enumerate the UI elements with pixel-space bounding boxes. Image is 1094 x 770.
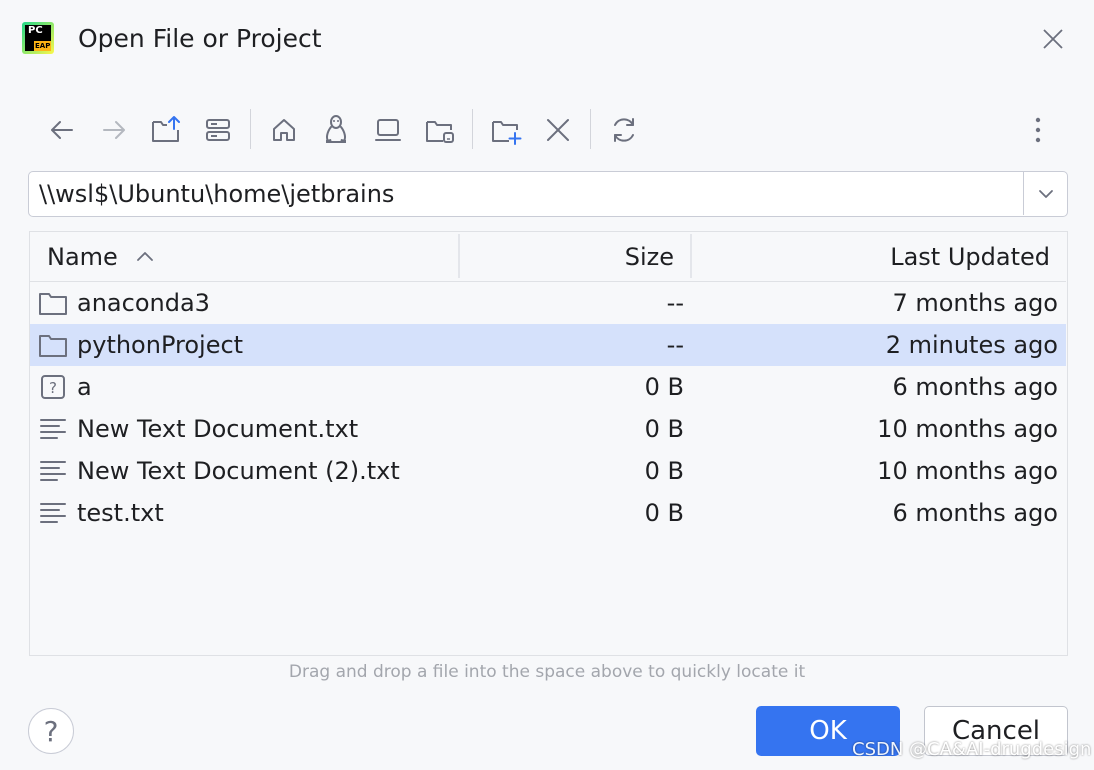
desktop-button[interactable] xyxy=(366,106,410,154)
file-size: 0 B xyxy=(644,415,684,443)
new-folder-icon xyxy=(492,121,522,145)
path-input[interactable] xyxy=(39,177,1019,211)
title-bar: PC EAP Open File or Project xyxy=(0,0,1094,78)
file-name: New Text Document.txt xyxy=(77,415,359,443)
table-row[interactable]: New Text Document.txt 0 B 10 months ago xyxy=(30,408,1066,450)
project-folder-button[interactable] xyxy=(418,106,462,154)
refresh-icon xyxy=(614,118,634,142)
file-chooser-toolbar xyxy=(36,106,1066,154)
file-last-updated: 10 months ago xyxy=(877,457,1058,485)
table-row[interactable]: ? a 0 B 6 months ago xyxy=(30,366,1066,408)
chevron-down-icon xyxy=(1038,189,1053,198)
help-button[interactable]: ? xyxy=(28,708,74,754)
file-size: -- xyxy=(666,331,684,359)
table-row[interactable]: test.txt 0 B 6 months ago xyxy=(30,492,1066,534)
forward-button[interactable] xyxy=(92,106,136,154)
more-vertical-icon xyxy=(1035,117,1041,143)
column-separator xyxy=(690,234,692,278)
file-list-table: Name Size Last Updated anaconda3 -- 7 mont… xyxy=(29,231,1068,656)
svg-text:?: ? xyxy=(49,379,57,397)
pycharm-eap-logo: PC EAP xyxy=(22,22,54,54)
file-name: New Text Document (2).txt xyxy=(77,457,400,485)
file-size: 0 B xyxy=(644,499,684,527)
open-file-dialog: PC EAP Open File or Project \\wsl$\Ubunt… xyxy=(0,0,1094,770)
table-row[interactable]: New Text Document (2).txt 0 B 10 months ag… xyxy=(30,450,1066,492)
sort-ascending-icon xyxy=(137,252,153,261)
drag-drop-hint: Drag and drop a file into the space abov… xyxy=(288,662,806,682)
file-size: 0 B xyxy=(644,373,684,401)
folder-icon xyxy=(38,331,68,359)
column-header-last-updated[interactable]: Last Updated xyxy=(694,232,1050,282)
file-last-updated: 6 months ago xyxy=(892,499,1058,527)
table-row[interactable]: anaconda3 -- 7 months ago xyxy=(30,282,1066,324)
column-header-name-label: Name xyxy=(47,243,118,271)
dialog-title: Open File or Project xyxy=(78,24,322,53)
text-file-icon xyxy=(38,457,68,485)
arrow-right-icon xyxy=(103,121,125,139)
show-hidden-button[interactable] xyxy=(196,106,240,154)
back-button[interactable] xyxy=(40,106,84,154)
text-file-icon xyxy=(38,415,68,443)
delete-button[interactable] xyxy=(536,106,580,154)
close-icon xyxy=(1043,29,1063,49)
toolbar-separator xyxy=(590,109,591,149)
close-button[interactable] xyxy=(1038,24,1068,54)
path-combobox xyxy=(28,171,1068,217)
column-header-name[interactable]: Name xyxy=(47,232,153,282)
path-dropdown-button[interactable] xyxy=(1023,172,1067,215)
logo-text-pc: PC xyxy=(28,25,43,36)
parent-folder-button[interactable] xyxy=(144,106,188,154)
column-separator xyxy=(458,234,460,278)
more-options-button[interactable] xyxy=(1016,106,1060,154)
column-header-size-label: Size xyxy=(624,243,674,271)
folder-icon xyxy=(38,289,68,317)
arrow-left-icon xyxy=(51,121,73,139)
folder-up-icon xyxy=(152,116,180,142)
server-icon xyxy=(206,119,230,141)
file-last-updated: 10 months ago xyxy=(877,415,1058,443)
logo-text-eap: EAP xyxy=(35,42,51,50)
new-folder-button[interactable] xyxy=(484,106,528,154)
table-row[interactable]: pythonProject -- 2 minutes ago xyxy=(30,324,1066,366)
refresh-button[interactable] xyxy=(602,106,646,154)
column-header-size[interactable]: Size xyxy=(462,232,674,282)
text-file-icon xyxy=(38,499,68,527)
watermark: CSDN @CA&AI-drugdesign xyxy=(852,739,1092,760)
table-header: Name Size Last Updated xyxy=(30,232,1066,282)
file-name: pythonProject xyxy=(77,331,244,359)
file-name: anaconda3 xyxy=(77,289,210,317)
laptop-icon xyxy=(375,119,401,141)
home-icon xyxy=(273,119,295,141)
toolbar-separator xyxy=(472,109,473,149)
file-name: a xyxy=(77,373,92,401)
toolbar-separator xyxy=(250,109,251,149)
linux-icon xyxy=(326,115,346,143)
close-icon xyxy=(547,119,569,141)
column-header-last-updated-label: Last Updated xyxy=(890,243,1050,271)
file-last-updated: 6 months ago xyxy=(892,373,1058,401)
home-button[interactable] xyxy=(262,106,306,154)
file-name: test.txt xyxy=(77,499,164,527)
file-last-updated: 2 minutes ago xyxy=(885,331,1058,359)
file-size: -- xyxy=(666,289,684,317)
wsl-button[interactable] xyxy=(314,106,358,154)
folder-module-icon xyxy=(426,121,454,143)
file-last-updated: 7 months ago xyxy=(892,289,1058,317)
unknown-file-icon: ? xyxy=(38,373,68,401)
file-size: 0 B xyxy=(644,457,684,485)
